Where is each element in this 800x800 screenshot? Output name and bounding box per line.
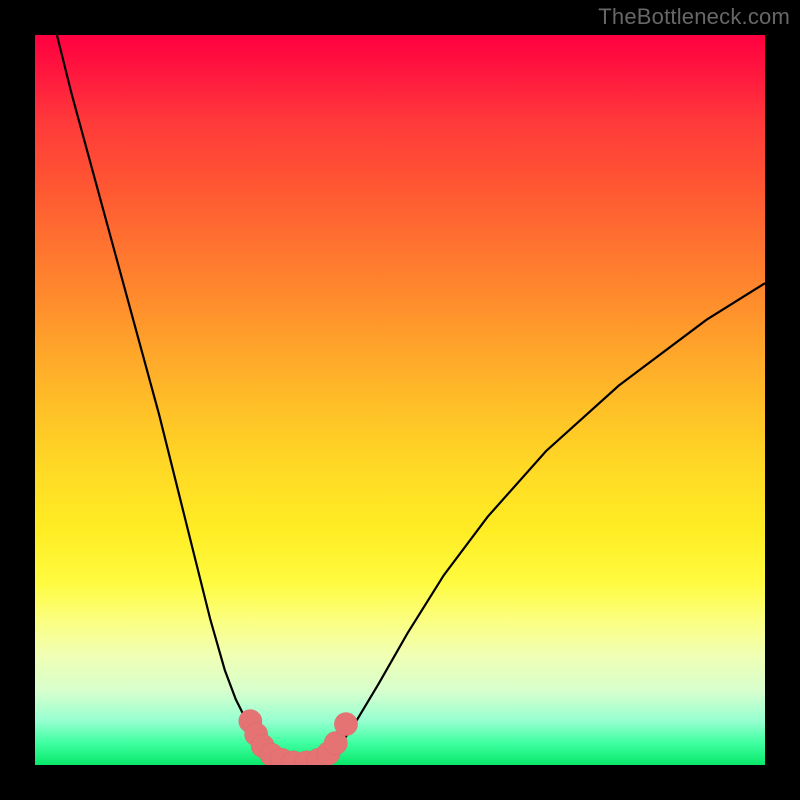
marker-group <box>239 710 358 765</box>
marker-point <box>334 712 357 735</box>
watermark-text: TheBottleneck.com <box>598 4 790 30</box>
left-curve-line <box>57 35 283 763</box>
plot-area <box>35 35 765 765</box>
right-curve-line <box>320 283 765 763</box>
curve-layer <box>35 35 765 765</box>
chart-frame: TheBottleneck.com <box>0 0 800 800</box>
